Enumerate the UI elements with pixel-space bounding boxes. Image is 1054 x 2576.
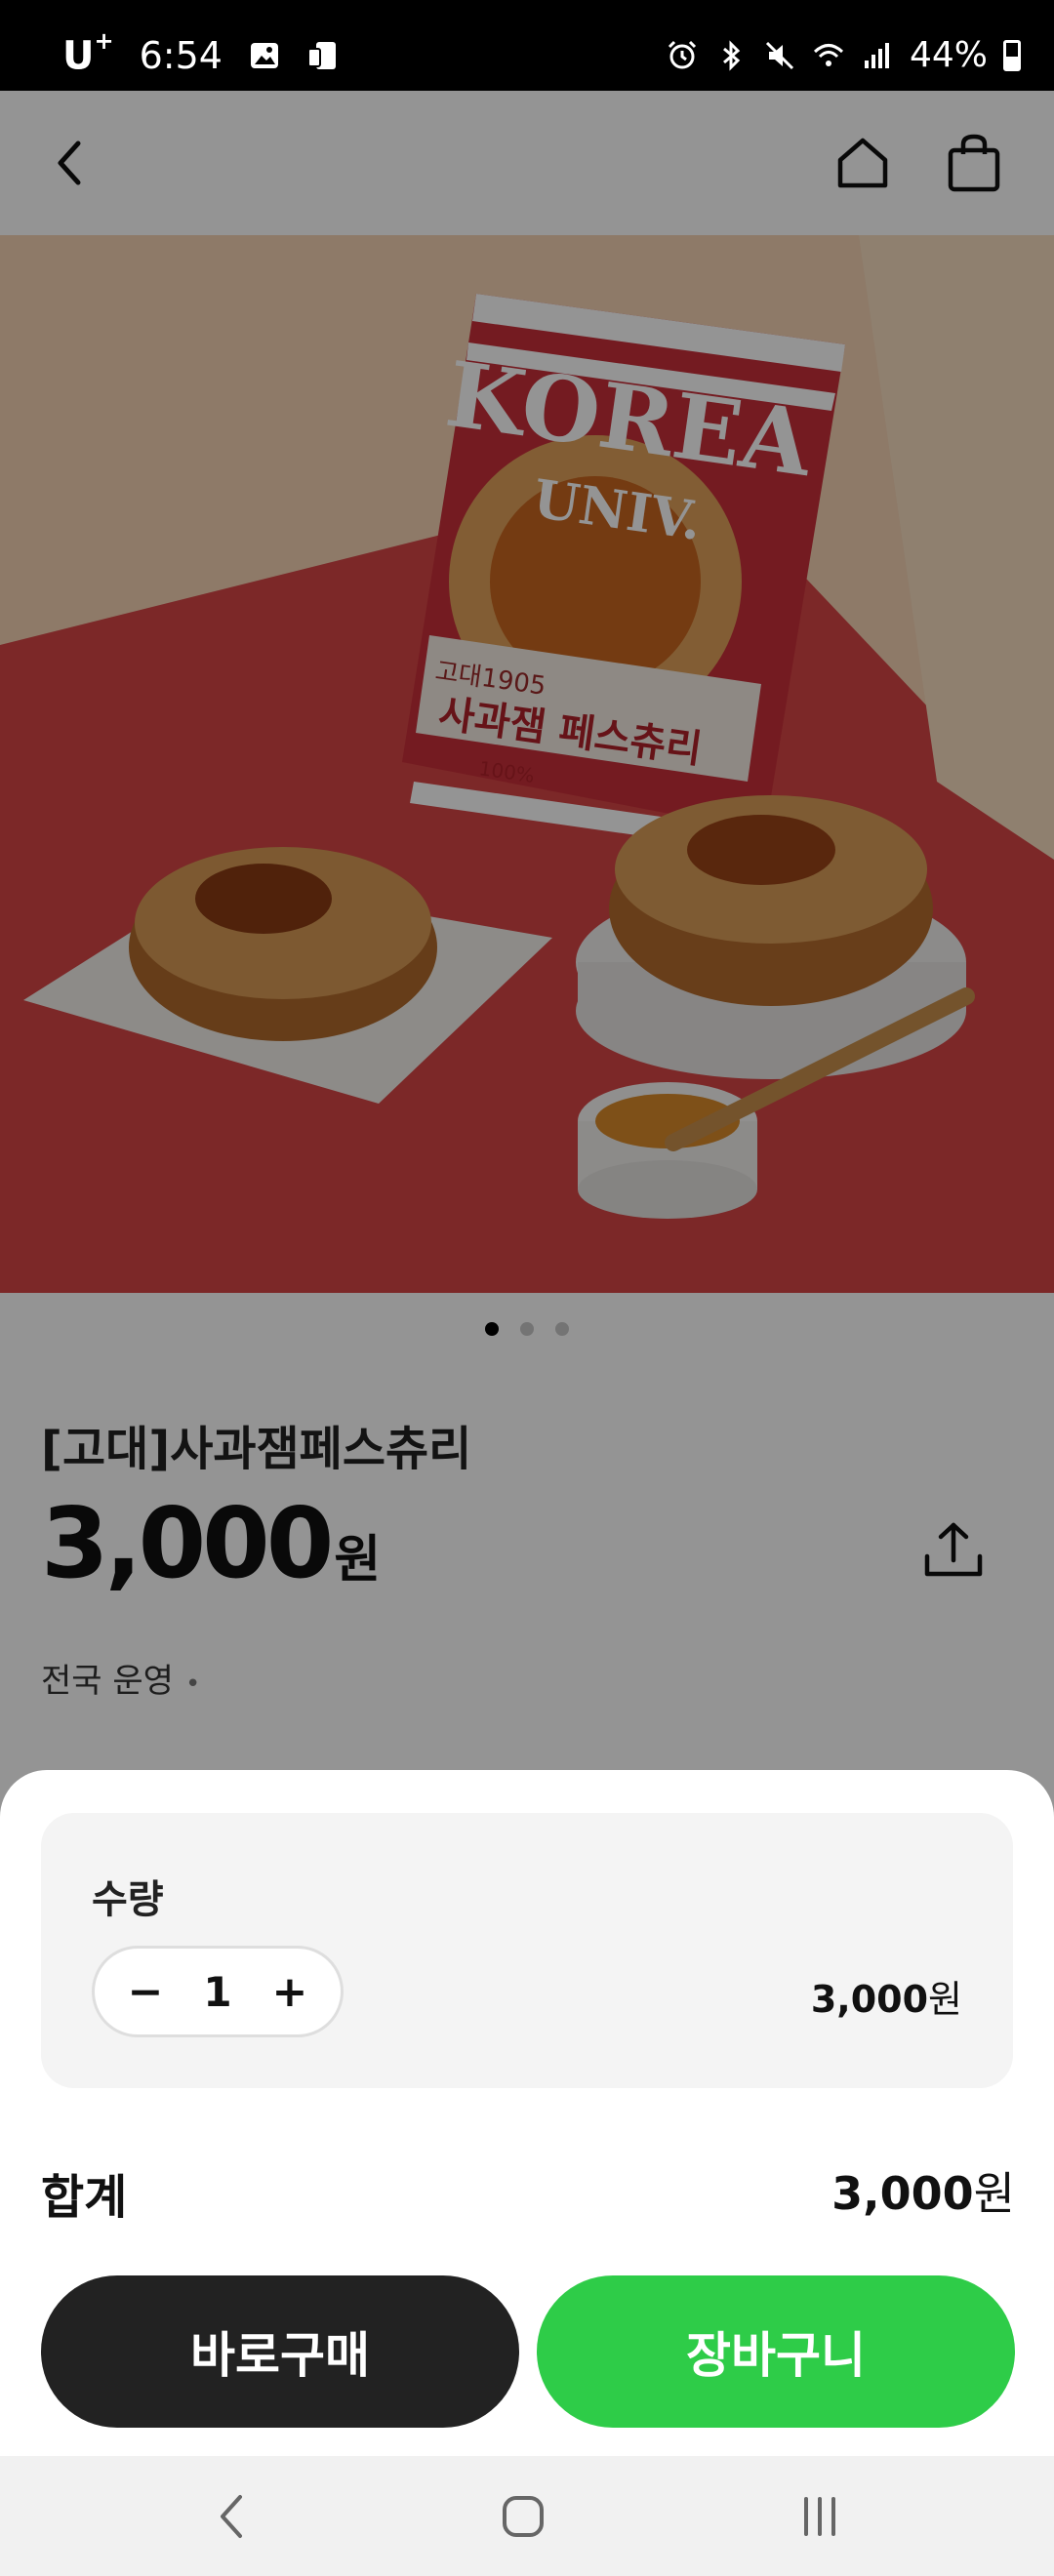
total-price: 3,000원	[831, 2167, 1015, 2220]
total-label: 합계	[41, 2170, 128, 2225]
carrier-label: U+	[62, 27, 114, 79]
quantity-card: 수량 − 1 + 3,000원	[41, 1813, 1013, 2088]
decrease-quantity-button[interactable]: −	[120, 1966, 171, 2017]
system-navigation-bar	[0, 2456, 1054, 2576]
bluetooth-icon	[723, 39, 741, 71]
nav-back-icon	[221, 2495, 242, 2538]
battery-icon	[1003, 39, 1021, 71]
gallery-icon	[250, 43, 278, 69]
battery-percent: 44%	[909, 35, 988, 75]
quantity-label: 수량	[92, 1877, 164, 1922]
clock: 6:54	[139, 34, 223, 78]
device-icon	[306, 42, 336, 70]
line-item-price: 3,000원	[810, 1978, 962, 2021]
signal-icon	[864, 42, 889, 68]
increase-quantity-button[interactable]: +	[264, 1966, 315, 2017]
alarm-icon	[668, 40, 697, 68]
buy-now-button[interactable]: 바로구매	[41, 2275, 519, 2428]
purchase-bottom-sheet: 수량 − 1 + 3,000원 합계 3,000원 바로구매 장바구니	[0, 1770, 1054, 2456]
quantity-stepper: − 1 +	[92, 1946, 344, 2037]
wifi-icon	[813, 43, 844, 66]
nav-recents-button[interactable]	[781, 2477, 859, 2556]
quantity-value: 1	[203, 1967, 232, 2016]
nav-home-icon	[503, 2496, 544, 2537]
nav-home-button[interactable]	[484, 2477, 562, 2556]
status-bar: U+ 6:54 44%	[0, 0, 1054, 91]
add-to-cart-button[interactable]: 장바구니	[537, 2275, 1015, 2428]
nav-recents-icon	[804, 2497, 835, 2536]
mute-icon	[765, 41, 794, 69]
nav-back-button[interactable]	[191, 2477, 269, 2556]
